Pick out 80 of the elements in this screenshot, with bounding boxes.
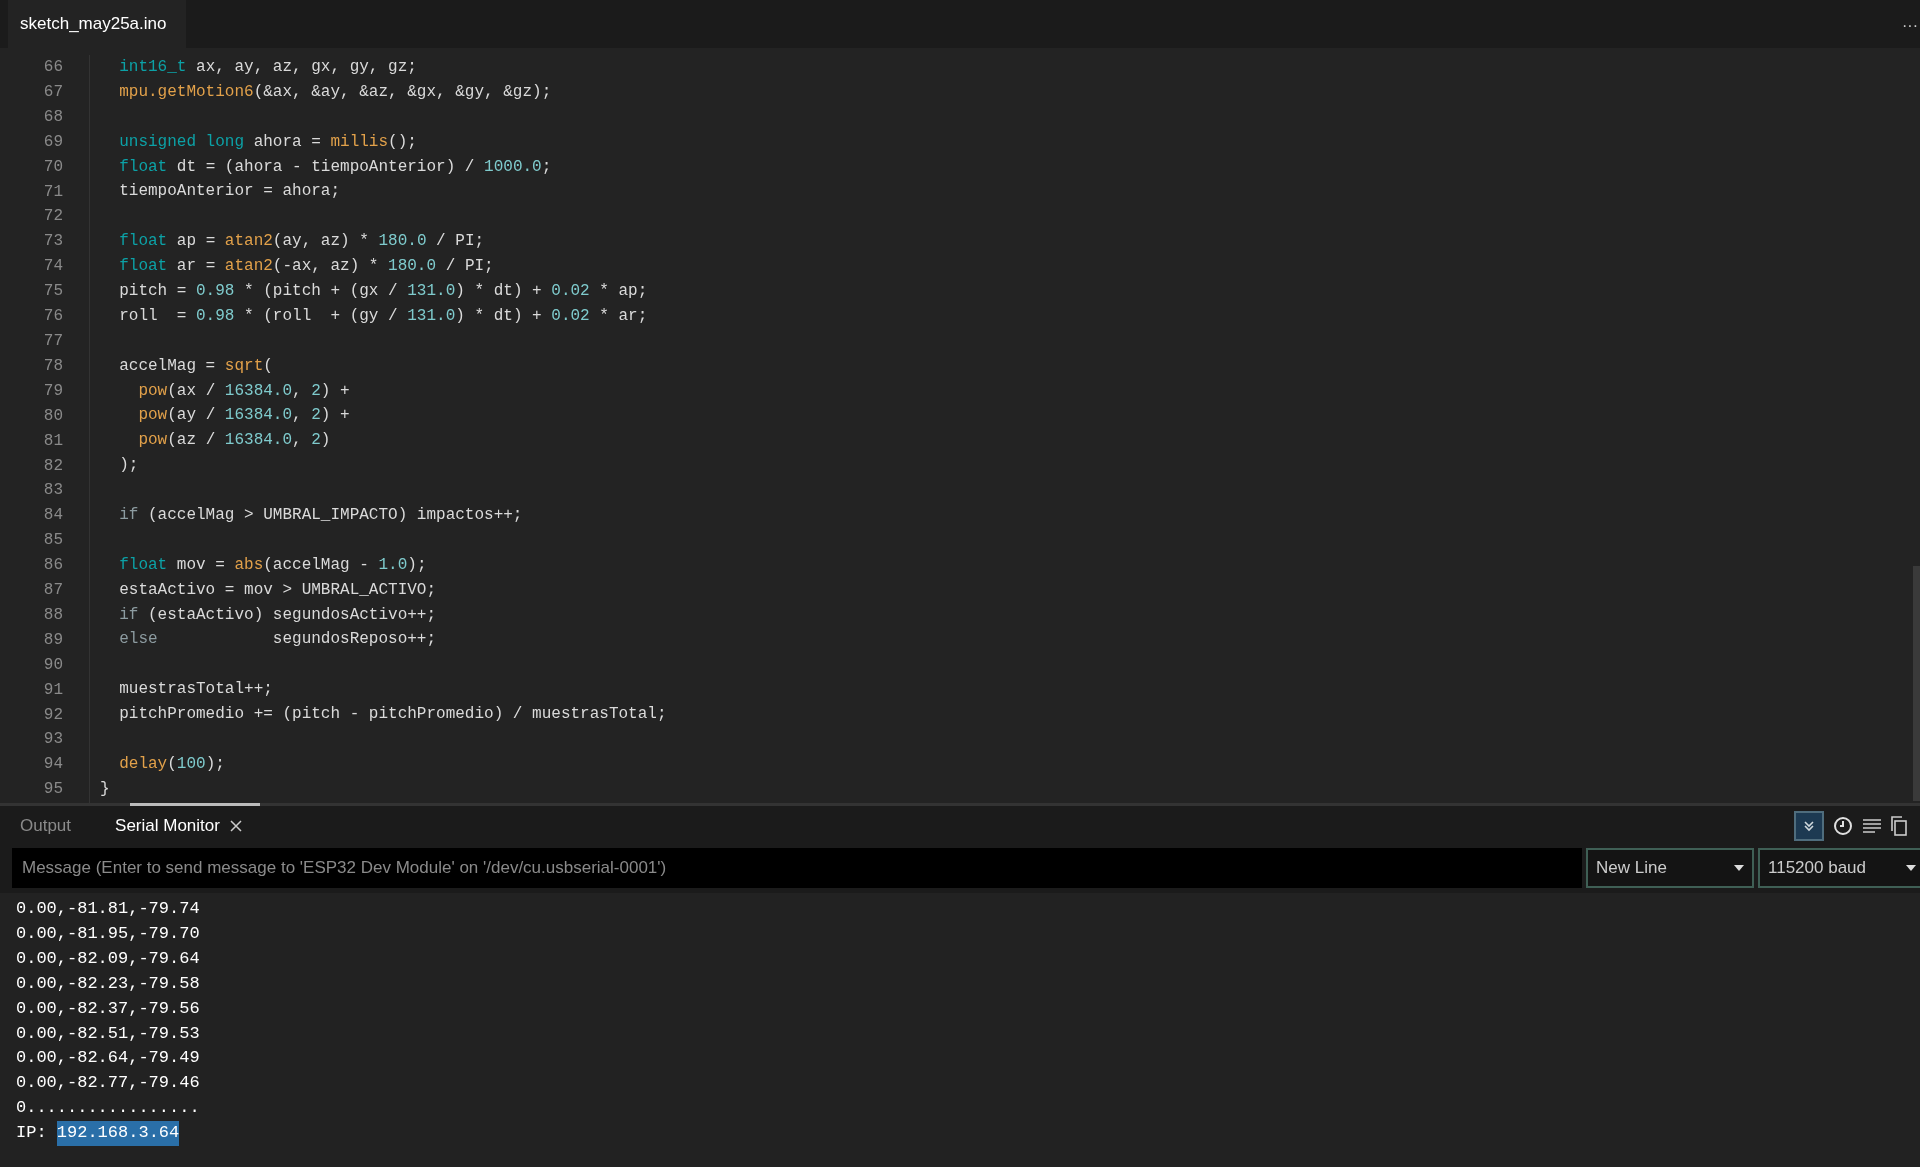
line-number: 93: [43, 729, 63, 751]
message-field[interactable]: Message (Enter to send message to 'ESP32 Dev Module' on '/dev/cu.usbserial-0001'): [12, 848, 1582, 888]
line-number: 94: [43, 754, 63, 776]
line-number: 81: [43, 430, 63, 452]
more-button[interactable]: ···: [1902, 14, 1918, 38]
code-line: muestrasTotal++;: [118, 680, 273, 699]
close-icon[interactable]: [229, 820, 242, 832]
serial-output-line: 0.................: [16, 1097, 200, 1120]
line-number: 73: [43, 231, 63, 253]
word-wrap-icon[interactable]: [1862, 817, 1882, 835]
line-number: 78: [43, 355, 63, 377]
serial-output-line: 0.00,-82.77,-79.46: [16, 1072, 200, 1095]
line-number: 76: [43, 306, 63, 328]
serial-output-line: 0.00,-82.51,-79.53: [16, 1022, 200, 1045]
line-number: 77: [43, 330, 63, 352]
autoscroll-icon: [1802, 819, 1816, 833]
copy-icon[interactable]: [1890, 816, 1908, 836]
line-number: 75: [43, 281, 63, 303]
code-line: delay(100);: [118, 754, 225, 773]
dropdown-arrow-icon: [1906, 865, 1916, 871]
code-line: }: [100, 779, 110, 798]
serial-output-line: 0.00,-82.23,-79.58: [16, 972, 200, 995]
panel-tab[interactable]: Output: [12, 809, 80, 843]
code-line: roll = 0.98 * (roll + (gy / 131.0) * dt) + 0.02 * ar;: [118, 306, 648, 325]
code-line: int16_t ax, ay, az, gx, gy, gz;: [118, 58, 417, 76]
code-line: if (accelMag > UMBRAL_IMPACTO) impactos++;: [118, 506, 523, 525]
code-line: float mov = abs(accelMag - 1.0);: [118, 555, 427, 574]
serial-output-line: 0.00,-82.64,-79.49: [16, 1047, 200, 1070]
autoscroll-button[interactable]: [1794, 811, 1824, 841]
code-line: );: [118, 456, 139, 475]
code-line: float ap = atan2(ay, az) * 180.0 / PI;: [118, 232, 485, 251]
line-number: 69: [43, 131, 63, 153]
line-number: 84: [43, 505, 63, 527]
line-number: 86: [43, 555, 63, 577]
serial-output-line: IP:: [16, 1122, 48, 1145]
line-ending-dropdown[interactable]: New Line: [1586, 848, 1754, 888]
code-line: if (estaActivo) segundosActivo++;: [118, 605, 437, 624]
code-line: estaActivo = mov > UMBRAL_ACTIVO;: [118, 580, 437, 599]
line-number: 82: [43, 455, 63, 477]
code-line: pow(ax / 16384.0, 2) +: [137, 381, 350, 400]
line-number: 70: [43, 156, 63, 178]
code-line: else segundosReposo++;: [118, 630, 437, 649]
code-line: tiempoAnterior = ahora;: [118, 182, 341, 201]
serial-output-line: 0.00,-81.95,-79.70: [16, 922, 200, 945]
line-number: 71: [43, 181, 63, 203]
line-number: 95: [43, 779, 63, 801]
code-line: pitchPromedio += (pitch - pitchPromedio) / muestrasTotal;: [118, 705, 667, 724]
editor-tab[interactable]: sketch_may25a.ino: [8, 0, 186, 48]
dropdown-arrow-icon: [1734, 865, 1744, 871]
code-line: mpu.getMotion6(&ax, &ay, &az, &gx, &gy, &gz);: [118, 82, 552, 101]
code-line: pitch = 0.98 * (pitch + (gx / 131.0) * dt) + 0.02 * ap;: [118, 282, 648, 300]
serial-output-line: 0.00,-82.37,-79.56: [16, 997, 200, 1020]
line-number: 68: [43, 106, 63, 128]
serial-output-line: 0.00,-81.81,-79.74: [16, 898, 200, 920]
line-number: 79: [43, 380, 63, 402]
code-line: unsigned long ahora = millis();: [118, 132, 417, 151]
panel-tab[interactable]: Serial Monitor: [107, 809, 250, 843]
code-line: accelMag = sqrt(: [118, 356, 273, 375]
code-line: float ar = atan2(-ax, az) * 180.0 / PI;: [118, 257, 494, 276]
line-number: 89: [43, 629, 63, 651]
clock-icon: [1833, 816, 1853, 836]
line-number: 88: [43, 604, 63, 626]
line-number: 92: [43, 704, 63, 726]
code-line: pow(ay / 16384.0, 2) +: [137, 406, 350, 425]
selected-text: 192.168.3.64: [56, 1121, 180, 1147]
timestamp-button[interactable]: [1832, 815, 1854, 837]
line-number: 66: [43, 57, 63, 78]
line-number: 72: [43, 206, 63, 228]
code-line: float dt = (ahora - tiempoAnterior) / 1000.0;: [118, 157, 552, 176]
line-number: 87: [43, 580, 63, 602]
baud-rate-dropdown[interactable]: 115200 baud: [1758, 848, 1920, 888]
line-number: 90: [43, 654, 63, 676]
line-number: 83: [43, 480, 63, 502]
line-number: 80: [43, 405, 63, 427]
line-number: 67: [43, 81, 63, 103]
line-number: 74: [43, 256, 63, 278]
code-line: pow(az / 16384.0, 2): [137, 431, 331, 450]
serial-output-line: 0.00,-82.09,-79.64: [16, 947, 200, 970]
line-number: 85: [43, 530, 63, 552]
line-number: 91: [43, 679, 63, 701]
